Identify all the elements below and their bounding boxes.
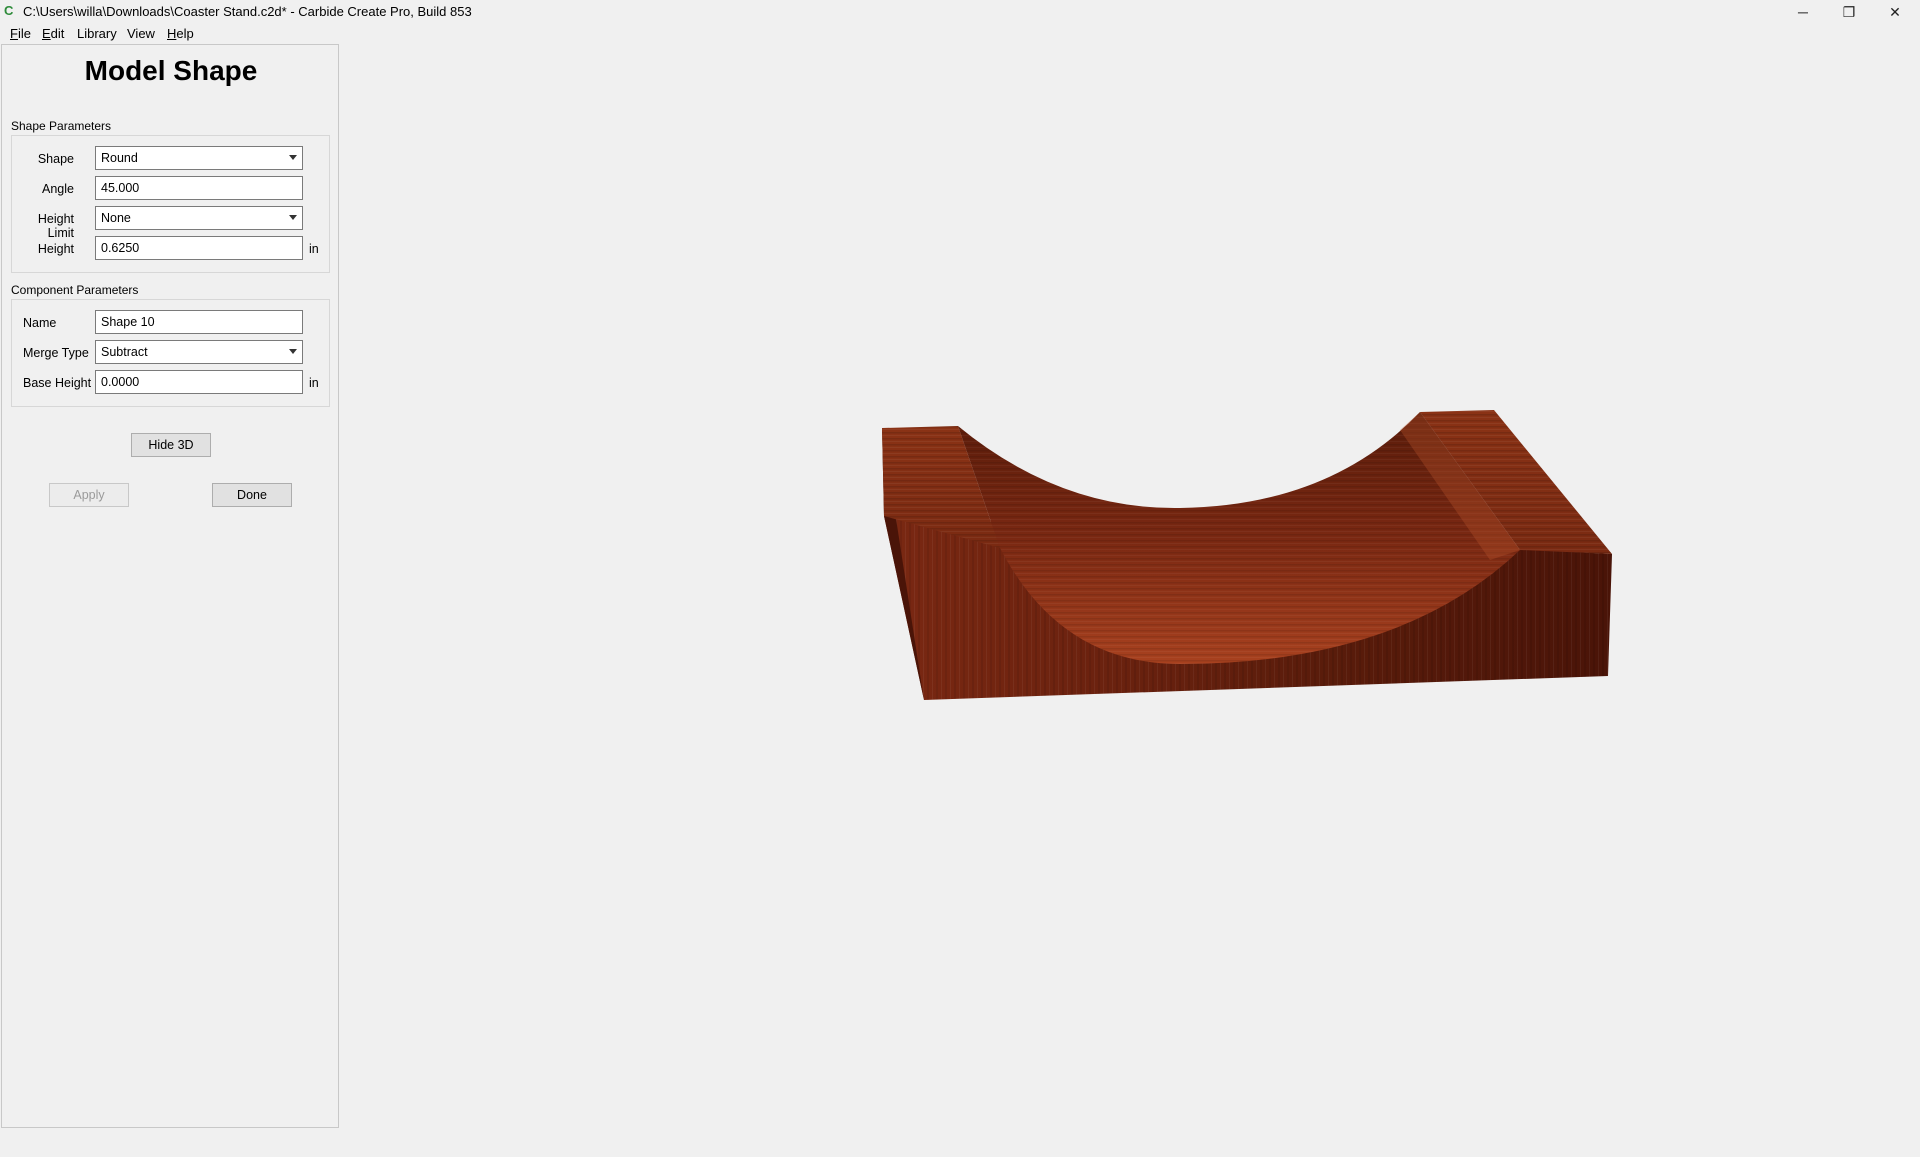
close-icon: ✕ <box>1889 3 1901 20</box>
shape-label: Shape <box>37 152 74 166</box>
shape-parameters-label: Shape Parameters <box>11 119 112 133</box>
height-limit-select[interactable]: None <box>95 206 303 230</box>
shape-select[interactable]: Round <box>95 146 303 170</box>
height-limit-label: Height Limit <box>37 212 74 240</box>
title-bar: C C:\Users\willa\Downloads\Coaster Stand… <box>0 0 1920 24</box>
menu-view[interactable]: View <box>127 26 155 41</box>
restore-button[interactable]: ❐ <box>1826 0 1872 24</box>
angle-input[interactable]: 45.000 <box>95 176 303 200</box>
chevron-down-icon <box>289 349 297 354</box>
restore-icon: ❐ <box>1842 3 1856 20</box>
height-unit: in <box>309 242 319 256</box>
height-input[interactable]: 0.6250 <box>95 236 303 260</box>
angle-label: Angle <box>42 182 74 196</box>
base-height-input[interactable]: 0.0000 <box>95 370 303 394</box>
menu-library[interactable]: Library <box>77 26 117 41</box>
menu-file[interactable]: File <box>10 26 31 41</box>
app-logo-icon: C <box>4 3 14 18</box>
name-label: Name <box>23 316 57 330</box>
apply-button[interactable]: Apply <box>49 483 129 507</box>
base-height-label: Base Height <box>23 376 92 390</box>
model-shape-panel: Model Shape Shape Parameters Shape Round… <box>1 44 339 1128</box>
3d-viewport[interactable] <box>340 44 1920 1152</box>
merge-type-select-value: Subtract <box>101 345 148 359</box>
component-parameters-label: Component Parameters <box>11 283 139 297</box>
minimize-icon: ─ <box>1798 4 1808 20</box>
panel-title: Model Shape <box>84 55 258 86</box>
close-button[interactable]: ✕ <box>1872 0 1918 24</box>
3d-model-preview <box>882 410 1612 700</box>
height-label: Height <box>37 242 74 256</box>
hide-3d-button[interactable]: Hide 3D <box>131 433 211 457</box>
base-height-unit: in <box>309 376 319 390</box>
menu-edit[interactable]: Edit <box>42 26 64 41</box>
menu-bar: File Edit Library View Help <box>0 24 1920 44</box>
window-title: C:\Users\willa\Downloads\Coaster Stand.c… <box>23 4 472 19</box>
name-input[interactable]: Shape 10 <box>95 310 303 334</box>
shape-parameters-group: Shape Round Angle 45.000 Height Limit No… <box>11 135 330 273</box>
merge-type-select[interactable]: Subtract <box>95 340 303 364</box>
minimize-button[interactable]: ─ <box>1780 0 1826 24</box>
done-button[interactable]: Done <box>212 483 292 507</box>
height-limit-select-value: None <box>101 211 131 225</box>
chevron-down-icon <box>289 155 297 160</box>
chevron-down-icon <box>289 215 297 220</box>
shape-select-value: Round <box>101 151 138 165</box>
component-parameters-group: Name Shape 10 Merge Type Subtract Base H… <box>11 299 330 407</box>
merge-type-label: Merge Type <box>23 346 89 360</box>
menu-help[interactable]: Help <box>167 26 194 41</box>
